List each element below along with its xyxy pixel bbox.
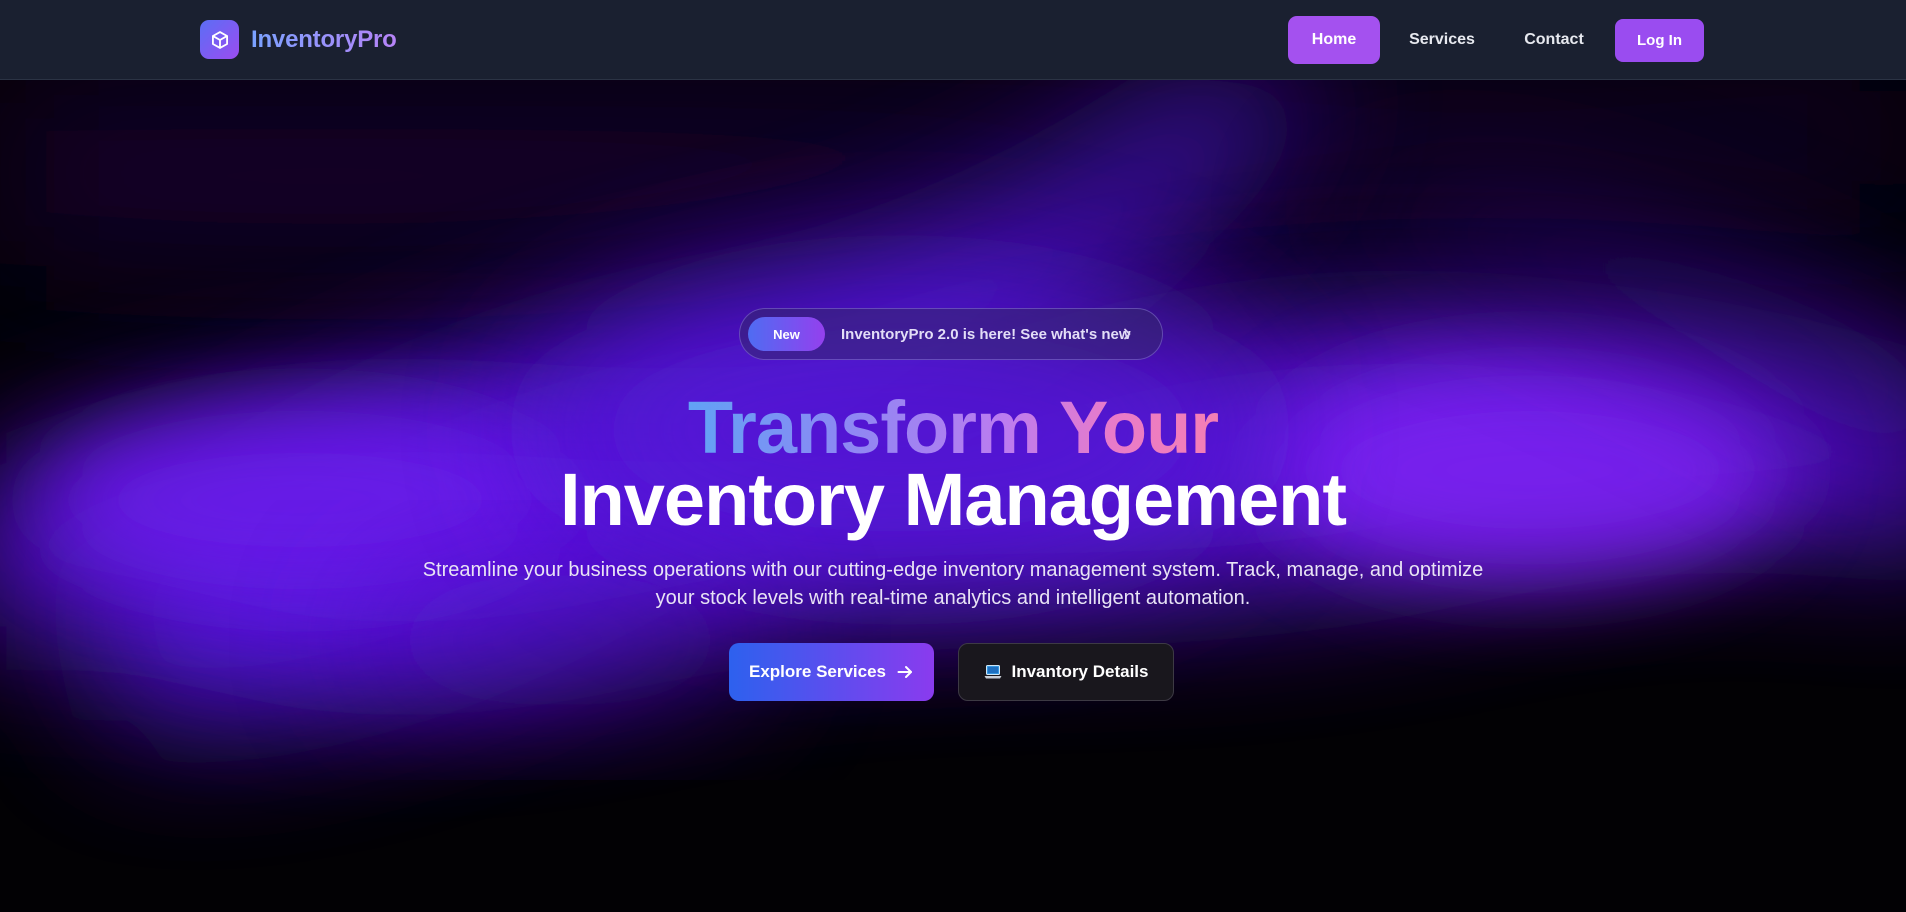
nav-links: Home Services Contact Log In <box>0 16 1906 64</box>
hero-subtitle: Streamline your business operations with… <box>403 556 1503 612</box>
hero-subtitle-line-1: Streamline your business operations with… <box>422 559 1484 581</box>
login-button[interactable]: Log In <box>1615 19 1704 62</box>
hero-title-line-2: Inventory Management <box>560 458 1347 541</box>
laptop-icon <box>984 665 1001 679</box>
new-badge: New <box>748 317 825 351</box>
explore-services-button[interactable]: Explore Services <box>729 643 934 701</box>
page: InventoryPro Home Services Contact Log I… <box>0 0 1906 912</box>
nav-contact[interactable]: Contact <box>1508 16 1600 64</box>
hero-title-gradient: Transform Your <box>687 386 1219 469</box>
hero-subtitle-line-2: your stock levels with real-time analyti… <box>655 587 1251 609</box>
hero-title-line-1: Transform Your <box>0 388 1906 468</box>
top-navbar: InventoryPro Home Services Contact Log I… <box>0 0 1906 80</box>
inventory-details-label: Invantory Details <box>1011 662 1149 681</box>
announcement-pill[interactable]: New InventoryPro 2.0 is here! See what's… <box>739 308 1163 360</box>
arrow-right-icon <box>897 666 913 678</box>
nav-services[interactable]: Services <box>1396 16 1488 64</box>
inventory-details-button[interactable]: Invantory Details <box>958 643 1174 701</box>
explore-services-label: Explore Services <box>748 662 887 681</box>
announcement-text: InventoryPro 2.0 is here! See what's new <box>841 325 1131 343</box>
nav-home[interactable]: Home <box>1288 16 1380 64</box>
chevron-right-icon <box>1124 328 1131 340</box>
